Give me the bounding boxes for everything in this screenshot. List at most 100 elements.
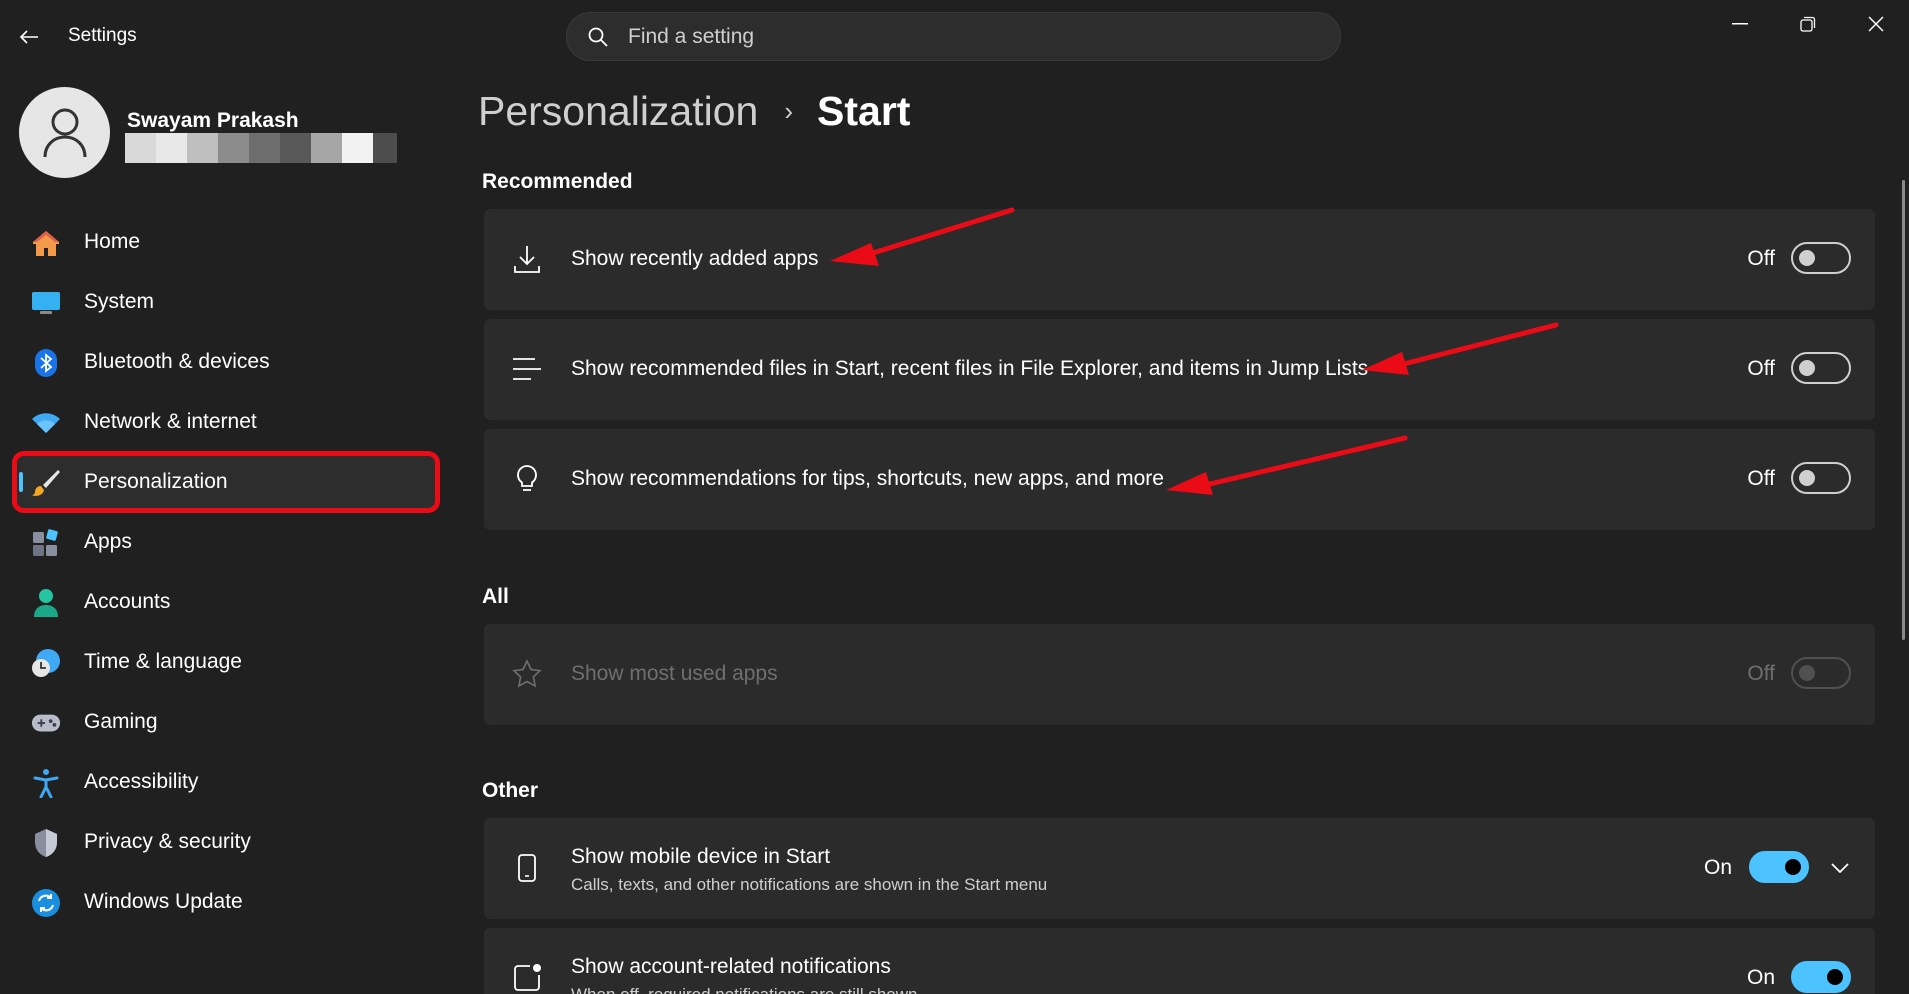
sidebar-item-bluetooth[interactable]: Bluetooth & devices <box>12 335 440 389</box>
sidebar-item-label: Windows Update <box>84 890 243 913</box>
toggle-switch[interactable] <box>1791 352 1851 384</box>
avatar <box>19 87 110 178</box>
blurred-email <box>125 133 397 163</box>
toggle-knob <box>1799 360 1815 376</box>
toggle-switch[interactable] <box>1791 462 1851 494</box>
bluetooth-icon <box>31 348 61 378</box>
back-arrow-icon <box>19 30 38 44</box>
star-icon <box>512 659 542 689</box>
section-title-all: All <box>482 585 509 608</box>
setting-description: When off, required notifications are sti… <box>571 985 917 994</box>
shield-icon <box>31 828 61 858</box>
sidebar-item-label: Accessibility <box>84 770 199 793</box>
user-name: Swayam Prakash <box>127 109 299 132</box>
sidebar-item-network[interactable]: Network & internet <box>12 395 440 449</box>
toggle-state-label: Off <box>1747 662 1775 685</box>
refresh-icon <box>31 888 61 918</box>
sidebar-item-personalization[interactable]: Personalization <box>12 455 440 509</box>
restore-icon <box>1800 16 1816 32</box>
sidebar-item-label: Bluetooth & devices <box>84 350 270 373</box>
sidebar-item-label: Privacy & security <box>84 830 251 853</box>
title-bar: Settings <box>0 0 1909 75</box>
sidebar-item-label: Apps <box>84 530 132 553</box>
setting-description: Calls, texts, and other notifications ar… <box>571 875 1048 894</box>
setting-label: Show mobile device in Start <box>571 845 831 868</box>
setting-card-recommended-files: Show recommended files in Start, recent … <box>484 319 1875 420</box>
wifi-icon <box>31 408 61 438</box>
sidebar-item-label: Accounts <box>84 590 171 613</box>
phone-icon <box>512 853 542 883</box>
toggle-state-label: Off <box>1747 467 1775 490</box>
toggle-knob <box>1827 969 1843 985</box>
search-icon <box>586 25 610 49</box>
setting-label: Show recommendations for tips, shortcuts… <box>571 467 1164 490</box>
close-icon <box>1868 16 1884 32</box>
setting-label: Show recommended files in Start, recent … <box>571 357 1369 380</box>
chevron-down-icon[interactable] <box>1827 855 1853 881</box>
gamepad-icon <box>31 708 61 738</box>
setting-label: Show most used apps <box>571 662 778 685</box>
minimize-button[interactable] <box>1706 0 1774 48</box>
app-title: Settings <box>68 25 137 46</box>
sidebar-item-windows-update[interactable]: Windows Update <box>12 875 440 929</box>
scrollbar[interactable] <box>1902 180 1905 640</box>
setting-label: Show account-related notifications <box>571 955 891 978</box>
back-button[interactable] <box>12 20 46 54</box>
setting-card-recently-added-apps: Show recently added apps Off <box>484 209 1875 310</box>
close-button[interactable] <box>1842 0 1909 48</box>
notification-icon <box>512 963 542 993</box>
toggle-knob <box>1799 665 1815 681</box>
sidebar-item-label: Home <box>84 230 141 253</box>
sidebar-item-accessibility[interactable]: Accessibility <box>12 755 440 809</box>
search-box[interactable] <box>566 12 1341 61</box>
minimize-icon <box>1732 23 1748 25</box>
user-profile[interactable]: Swayam Prakash <box>19 87 439 179</box>
download-icon <box>512 244 542 274</box>
sidebar-item-home[interactable]: Home <box>12 215 440 269</box>
clock-globe-icon <box>31 648 61 678</box>
apps-icon <box>31 528 61 558</box>
brush-icon <box>31 468 61 498</box>
person-icon <box>31 588 61 618</box>
user-avatar-icon <box>43 108 86 157</box>
sidebar-item-label: Time & language <box>84 650 242 673</box>
sidebar-item-accounts[interactable]: Accounts <box>12 575 440 629</box>
setting-card-recommendations-tips: Show recommendations for tips, shortcuts… <box>484 429 1875 530</box>
toggle-switch[interactable] <box>1791 242 1851 274</box>
search-input[interactable] <box>628 24 1308 49</box>
toggle-knob <box>1799 250 1815 266</box>
chevron-right-icon: › <box>784 96 794 126</box>
toggle-knob <box>1799 470 1815 486</box>
setting-label: Show recently added apps <box>571 247 819 270</box>
list-icon <box>512 354 542 384</box>
breadcrumb-parent[interactable]: Personalization <box>478 88 758 135</box>
page-title: Start <box>817 88 911 134</box>
toggle-knob <box>1785 859 1801 875</box>
sidebar-item-apps[interactable]: Apps <box>12 515 440 569</box>
sidebar-item-time-language[interactable]: Time & language <box>12 635 440 689</box>
toggle-state-label: On <box>1746 966 1775 989</box>
sidebar-item-label: Personalization <box>84 470 228 493</box>
toggle-switch[interactable] <box>1791 961 1851 993</box>
breadcrumb: Personalization › Start <box>478 88 910 135</box>
restore-button[interactable] <box>1774 0 1842 48</box>
sidebar-item-system[interactable]: System <box>12 275 440 329</box>
monitor-icon <box>31 288 61 318</box>
toggle-switch[interactable] <box>1749 851 1809 883</box>
sidebar-item-label: Network & internet <box>84 410 257 433</box>
toggle-state-label: Off <box>1747 357 1775 380</box>
sidebar-item-label: Gaming <box>84 710 158 733</box>
section-title-other: Other <box>482 779 539 802</box>
toggle-switch <box>1791 657 1851 689</box>
sidebar-nav: Home System Bluetooth & devices Network … <box>12 215 440 935</box>
setting-card-most-used-apps: Show most used apps Off <box>484 624 1875 725</box>
sidebar-item-gaming[interactable]: Gaming <box>12 695 440 749</box>
setting-card-mobile-device: Show mobile device in Start Calls, texts… <box>484 818 1875 919</box>
sidebar-item-privacy-security[interactable]: Privacy & security <box>12 815 440 869</box>
lightbulb-icon <box>512 464 542 494</box>
toggle-state-label: On <box>1703 856 1732 879</box>
toggle-state-label: Off <box>1747 247 1775 270</box>
accessibility-icon <box>31 768 61 798</box>
section-title-recommended: Recommended <box>482 170 633 193</box>
home-icon <box>31 228 61 258</box>
